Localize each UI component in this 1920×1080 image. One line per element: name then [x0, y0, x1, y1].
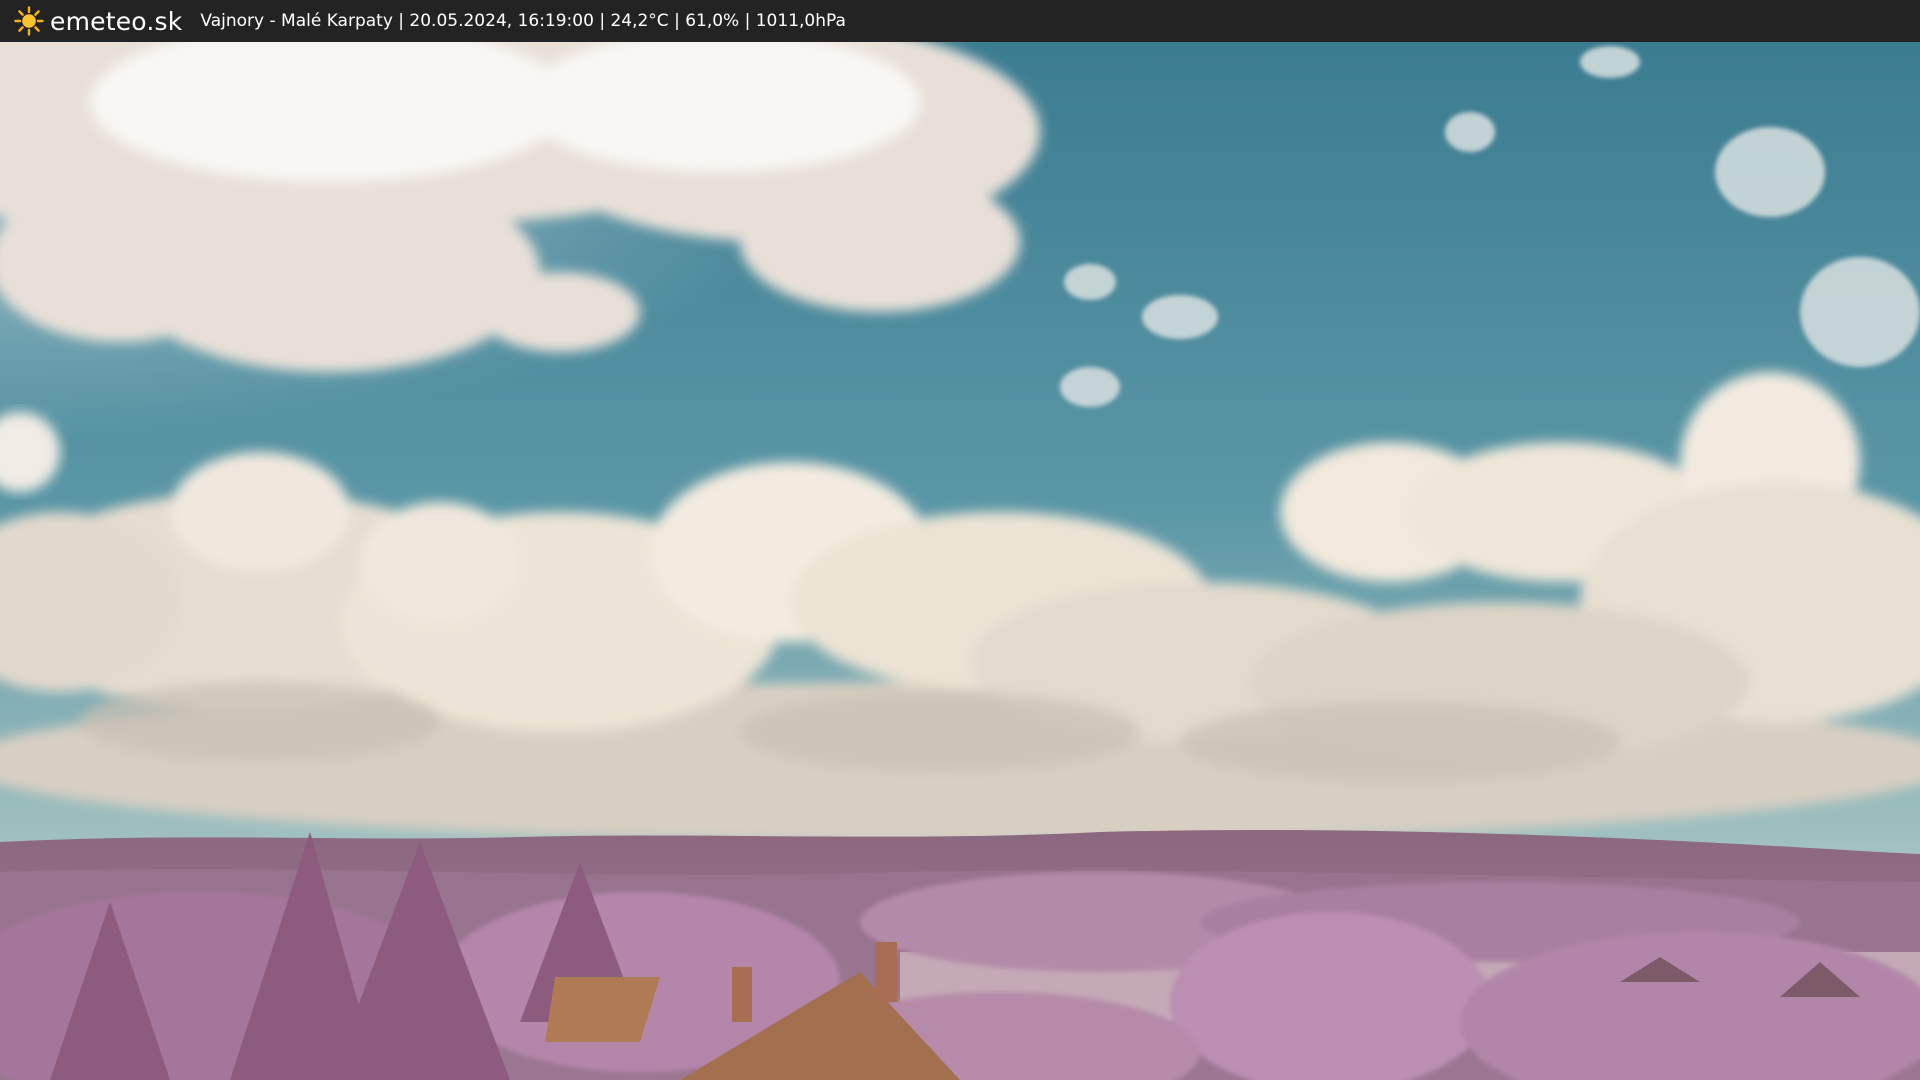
webcam-frame: emeteo.sk Vajnory - Malé Karpaty | 20.05… — [0, 0, 1920, 1080]
station-info: Vajnory - Malé Karpaty | 20.05.2024, 16:… — [200, 11, 846, 31]
top-bar: emeteo.sk Vajnory - Malé Karpaty | 20.05… — [0, 0, 1920, 42]
logo[interactable]: emeteo.sk — [14, 6, 182, 36]
logo-text: emeteo.sk — [50, 6, 183, 36]
webcam-image — [0, 42, 1920, 1080]
sun-icon — [14, 6, 44, 36]
